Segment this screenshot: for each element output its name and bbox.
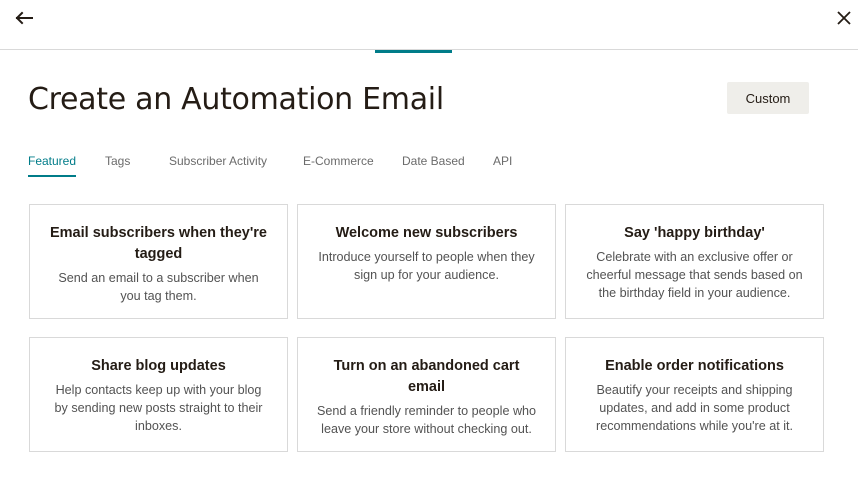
card-tagged[interactable]: Email subscribers when they're tagged Se… [29,204,288,319]
arrow-left-icon [15,11,33,25]
close-icon [837,11,851,25]
card-title: Turn on an abandoned cart email [333,358,520,395]
card-title: Email subscribers when they're tagged [49,225,267,262]
card-description: Send an email to a subscriber when you t… [58,271,259,303]
card-title: Say 'happy birthday' [624,225,765,241]
card-blog-updates[interactable]: Share blog updates Help contacts keep up… [29,337,288,452]
top-progress-indicator [375,50,452,53]
close-button[interactable] [834,8,854,28]
card-title: Enable order notifications [605,358,784,374]
back-button[interactable] [13,8,35,28]
card-birthday[interactable]: Say 'happy birthday' Celebrate with an e… [565,204,824,319]
card-description: Celebrate with an exclusive offer or che… [586,250,803,300]
card-abandoned-cart[interactable]: Turn on an abandoned cart email Send a f… [297,337,556,452]
tab-subscriber-activity[interactable]: Subscriber Activity [169,154,267,175]
card-title: Share blog updates [91,358,226,374]
tab-featured[interactable]: Featured [28,154,77,177]
page-title: Create an Automation Email [28,82,444,117]
tab-date-based[interactable]: Date Based [402,154,465,175]
category-tabs: Featured Tags Subscriber Activity E-Comm… [0,150,858,180]
top-bar [0,0,858,50]
tab-tags[interactable]: Tags [105,154,130,175]
card-description: Send a friendly reminder to people who l… [316,404,537,436]
card-description: Beautify your receipts and shipping upda… [596,383,793,433]
card-description: Introduce yourself to people when they s… [318,250,535,282]
tab-api[interactable]: API [493,154,512,175]
tab-e-commerce[interactable]: E-Commerce [303,154,374,175]
card-order-notifications[interactable]: Enable order notifications Beautify your… [565,337,824,452]
custom-button[interactable]: Custom [727,82,809,114]
card-title: Welcome new subscribers [335,225,518,241]
card-description: Help contacts keep up with your blog by … [54,383,263,433]
card-welcome[interactable]: Welcome new subscribers Introduce yourse… [297,204,556,319]
